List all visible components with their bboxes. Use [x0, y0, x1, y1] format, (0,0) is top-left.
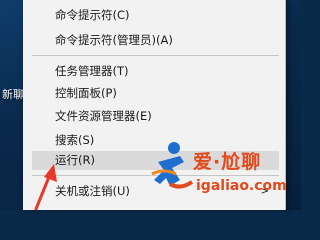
watermark-title: 爱·尬聊: [193, 151, 262, 173]
menu-separator: [32, 55, 279, 56]
menu-item-task-manager[interactable]: 任务管理器(T): [32, 62, 279, 81]
desktop-icon-label[interactable]: 新聊: [2, 86, 24, 102]
runner-icon: [151, 142, 194, 189]
menu-item-shutdown-label: 关机或注销(U): [55, 184, 130, 198]
watermark-logo: 爱·尬聊 igaliao.com: [150, 132, 300, 210]
watermark-url: igaliao.com: [196, 178, 287, 194]
menu-item-file-explorer[interactable]: 文件资源管理器(E): [32, 107, 279, 126]
menu-item-control-panel[interactable]: 控制面板(P): [32, 84, 279, 103]
menu-item-command-prompt[interactable]: 命令提示符(C): [32, 6, 279, 25]
menu-item-command-prompt-admin[interactable]: 命令提示符(管理员)(A): [32, 31, 279, 50]
